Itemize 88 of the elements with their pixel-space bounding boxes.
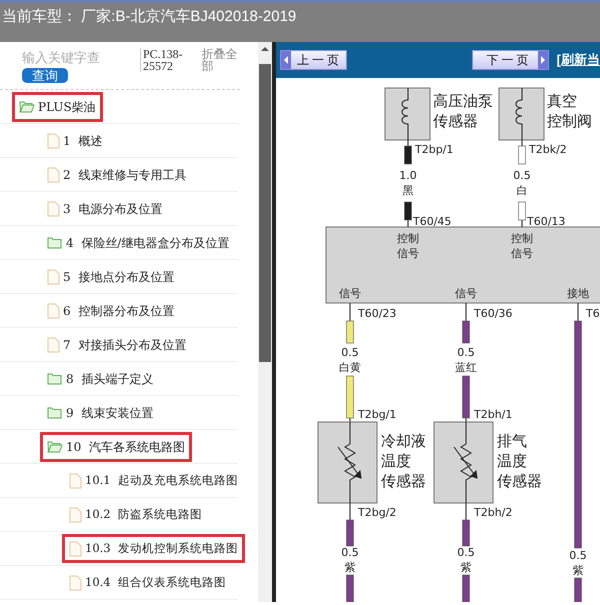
scrollbar[interactable] [258, 42, 272, 602]
tree-item[interactable]: 10.3 发动机控制系统电路图 [62, 534, 245, 564]
component-label: 传感器 [497, 472, 542, 490]
component-label: 高压油泵 [433, 92, 493, 110]
signal-label: 信号 [397, 247, 419, 260]
thermistor-icon [338, 422, 362, 504]
tree-item[interactable]: 4 保险丝/继电器盒分布及位置 [40, 228, 236, 258]
tree-item[interactable]: 3 电源分布及位置 [40, 194, 170, 224]
search-field[interactable]: 输入关键字查 [22, 48, 112, 68]
wire-gauge: 0.5 [569, 549, 587, 562]
folder-icon [47, 235, 63, 250]
document-icon [47, 200, 60, 216]
pin-label: T6 [586, 307, 600, 320]
component-label: 温度 [497, 452, 527, 470]
folder-icon [47, 439, 63, 454]
document-icon [69, 506, 82, 522]
document-icon [47, 166, 60, 182]
folder-icon [47, 405, 63, 420]
next-page-button[interactable]: 下一页 [472, 50, 549, 70]
pin-label: T2bp/1 [415, 143, 454, 156]
wire-color-label: 白 [516, 184, 528, 197]
search-button[interactable]: 查询 [22, 68, 68, 82]
component-label: 真空 [547, 92, 577, 110]
wire-color-label: 紫 [460, 561, 472, 574]
tree-item[interactable]: 2 线束维修与专用工具 [40, 160, 194, 190]
wire-color-label: 白黄 [339, 361, 361, 374]
document-icon [47, 336, 60, 352]
component-label: 控制阀 [547, 112, 592, 130]
tree-item[interactable]: 5 接地点分布及位置 [40, 262, 182, 292]
scroll-up-icon[interactable] [260, 45, 270, 53]
code-text: PC.138-25572 [140, 48, 196, 72]
wire-color-label: 蓝红 [455, 361, 477, 374]
wire-gauge: 1.0 [399, 169, 417, 182]
coil-icon [402, 88, 408, 140]
refresh-link[interactable]: [刷新当 [556, 50, 600, 70]
pin-label: T60/36 [474, 307, 512, 320]
document-icon [47, 132, 60, 148]
tree-item[interactable]: 10 汽车各系统电路图 [40, 432, 192, 462]
window-title: 当前车型： 厂家:B-北京汽车BJ402018-2019 [0, 0, 600, 42]
tree-item[interactable]: 6 控制器分布及位置 [40, 296, 182, 326]
tree-item[interactable]: PLUS柴油 [12, 92, 103, 122]
tree-item[interactable]: 9 线束安装位置 [40, 398, 160, 428]
wire-gauge: 0.5 [457, 346, 475, 359]
tree-item[interactable]: 8 插头端子定义 [40, 364, 160, 394]
document-icon [47, 268, 60, 284]
pin-label: T60/13 [527, 215, 566, 228]
pin-label: T2bh/2 [474, 506, 512, 519]
tree-item[interactable]: 10.1 起动及充电系统电路图 [62, 466, 245, 496]
signal-label: 控制 [511, 232, 533, 245]
document-icon [69, 472, 82, 488]
document-icon [69, 574, 82, 590]
wire-gauge: 0.5 [341, 346, 359, 359]
document-icon [69, 540, 82, 556]
signal-label: 信号 [511, 247, 533, 260]
wire-gauge: 0.5 [341, 546, 359, 559]
pin-label: T2bh/1 [474, 408, 512, 421]
tree-item[interactable]: 1 概述 [40, 126, 110, 156]
component-label: 冷却液 [381, 432, 426, 450]
signal-label: 接地 [567, 287, 589, 300]
wire-color-label: 紫 [572, 564, 584, 577]
wire-color-label: 紫 [344, 561, 356, 574]
pin-label: T2bg/2 [358, 506, 396, 519]
tree-item[interactable]: 10.4 组合仪表系统电路图 [62, 568, 233, 598]
component-label: 传感器 [381, 472, 426, 490]
document-icon [47, 302, 60, 318]
wire-gauge: 0.5 [457, 546, 475, 559]
pin-label: T60/23 [358, 307, 396, 320]
pin-label: T2bk/2 [529, 143, 567, 156]
folder-icon [47, 371, 63, 386]
tree-item[interactable]: 7 对接插头分布及位置 [40, 330, 194, 360]
previous-page-button[interactable]: 上一页 [280, 50, 347, 70]
component-label: 传感器 [433, 112, 478, 130]
signal-label: 控制 [397, 232, 419, 245]
component-label: 温度 [381, 452, 411, 470]
sensor-box [498, 88, 544, 140]
pin-label: T60/45 [413, 215, 452, 228]
thermistor-icon [454, 422, 478, 504]
component-label: 排气 [497, 432, 527, 450]
folder-icon [19, 99, 35, 114]
coil-icon [516, 88, 522, 140]
wire-gauge: 0.5 [513, 169, 531, 182]
sensor-box [384, 88, 430, 140]
wire-color-label: 黑 [402, 184, 414, 197]
tree-item[interactable]: 10.2 防盗系统电路图 [62, 500, 209, 530]
signal-label: 信号 [455, 287, 477, 300]
pin-label: T2bg/1 [358, 408, 396, 421]
collapse-all-link[interactable]: 折叠全部 [201, 48, 240, 72]
signal-label: 信号 [339, 287, 361, 300]
